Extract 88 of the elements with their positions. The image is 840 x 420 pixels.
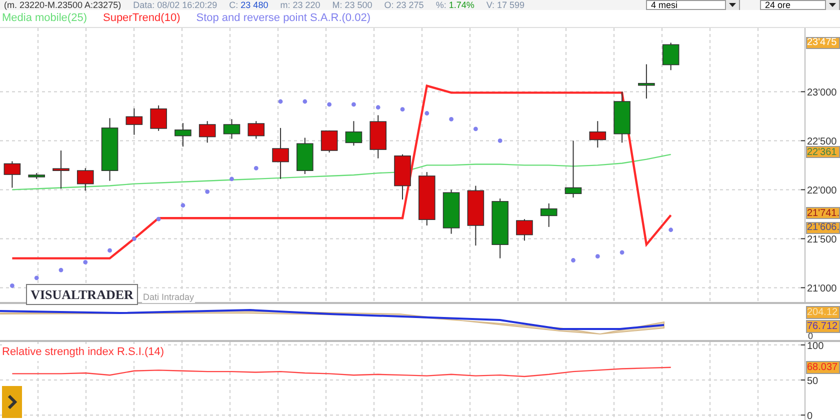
quote-field: V: 17 599 bbox=[486, 0, 525, 10]
axis-label: 50 bbox=[807, 376, 818, 387]
legend-label: Media mobile(25) bbox=[2, 11, 87, 26]
bearish-candlestick bbox=[418, 172, 436, 226]
bearish-candlestick bbox=[272, 127, 289, 180]
point bbox=[34, 276, 39, 280]
period-dropdown[interactable]: 4 mesi bbox=[646, 0, 740, 10]
point bbox=[278, 99, 283, 104]
point bbox=[205, 189, 210, 194]
legend-label: SuperTrend(10) bbox=[102, 11, 180, 26]
quote-field: Data: 08/02 16:20:29 bbox=[133, 0, 218, 10]
bearish-candlestick bbox=[394, 154, 411, 200]
price-tag: 21'606. bbox=[806, 222, 840, 234]
price-tag: 23'475 bbox=[806, 36, 840, 49]
bearish-candlestick bbox=[248, 120, 265, 140]
axis-label: 22'000 bbox=[807, 186, 837, 197]
point bbox=[352, 102, 356, 107]
bearish-candlestick bbox=[126, 108, 143, 136]
bullish-candlestick bbox=[442, 189, 460, 234]
axis-label: 0 bbox=[808, 331, 814, 341]
axis-label: 0 bbox=[807, 411, 813, 420]
axis-label: 21'500 bbox=[807, 234, 837, 246]
chevron-right-icon bbox=[7, 395, 17, 409]
point bbox=[449, 116, 454, 122]
bullish-candlestick bbox=[662, 42, 680, 71]
period-dropdown[interactable]: 24 ore bbox=[760, 0, 840, 10]
bullish-candlestick bbox=[540, 202, 558, 228]
legend-label: Stop and reverse point S.A.R.(0.02) bbox=[196, 11, 370, 26]
point bbox=[180, 203, 186, 208]
value-tag: 76.712 bbox=[806, 320, 840, 333]
bullish-candlestick bbox=[492, 198, 508, 259]
bearish-candlestick bbox=[516, 218, 533, 242]
price-tag: 21'741. bbox=[806, 207, 840, 220]
bearish-candlestick bbox=[52, 150, 70, 190]
price-tag: 22'361 bbox=[806, 146, 840, 158]
point bbox=[83, 260, 88, 264]
point bbox=[132, 236, 136, 241]
price-range: (m. 23220-M.23500 A:23275) bbox=[4, 0, 122, 10]
point bbox=[376, 105, 380, 110]
point bbox=[302, 99, 308, 104]
bullish-candlestick bbox=[638, 64, 655, 100]
value-tag: 68.037 bbox=[806, 361, 840, 374]
bearish-candlestick bbox=[467, 185, 484, 246]
point bbox=[473, 126, 478, 132]
caption: Dati Intraday bbox=[142, 292, 196, 303]
axis-label: 21'000 bbox=[807, 284, 837, 295]
quote-field: C: 23 480 bbox=[229, 0, 268, 10]
quote-field: %: 1.74% bbox=[436, 0, 474, 10]
panel-title: Relative strength index R.S.I.(14) bbox=[2, 344, 164, 360]
bearish-candlestick bbox=[150, 104, 167, 132]
point bbox=[327, 102, 332, 107]
quote-field: m: 23 220 bbox=[280, 0, 320, 10]
bullish-candlestick bbox=[614, 91, 630, 144]
point bbox=[254, 166, 258, 170]
bullish-candlestick bbox=[296, 137, 314, 175]
logo: VISUALTRADER bbox=[26, 284, 138, 305]
point bbox=[58, 268, 64, 272]
point bbox=[10, 284, 14, 288]
bearish-candlestick bbox=[198, 120, 216, 144]
point bbox=[620, 250, 624, 255]
point bbox=[424, 111, 430, 116]
axis-label: 23'000 bbox=[807, 88, 837, 99]
bearish-candlestick bbox=[76, 168, 94, 192]
point bbox=[156, 216, 161, 222]
bearish-candlestick bbox=[370, 114, 386, 159]
axis-label: 22'500 bbox=[807, 136, 837, 148]
caret-icon bbox=[829, 3, 836, 7]
bearish-candlestick bbox=[320, 130, 338, 153]
bullish-candlestick bbox=[174, 122, 192, 148]
point bbox=[400, 107, 405, 112]
bullish-candlestick bbox=[223, 118, 240, 140]
point bbox=[668, 228, 674, 232]
bullish-candlestick bbox=[101, 118, 118, 182]
axis-label: 100 bbox=[807, 342, 824, 352]
quote-field: M: 23 500 bbox=[332, 0, 372, 10]
point bbox=[230, 176, 234, 182]
bearish-candlestick bbox=[4, 160, 21, 188]
value-tag: 204.12 bbox=[806, 306, 840, 319]
point bbox=[595, 254, 600, 259]
point bbox=[498, 138, 502, 143]
point bbox=[108, 248, 112, 253]
bullish-candlestick bbox=[345, 120, 362, 146]
bullish-candlestick bbox=[564, 140, 582, 198]
quote-field: O: 23 275 bbox=[384, 0, 424, 10]
bearish-candlestick bbox=[589, 120, 606, 148]
caret-icon bbox=[729, 3, 736, 7]
point bbox=[571, 258, 576, 262]
next-button[interactable] bbox=[2, 386, 22, 418]
